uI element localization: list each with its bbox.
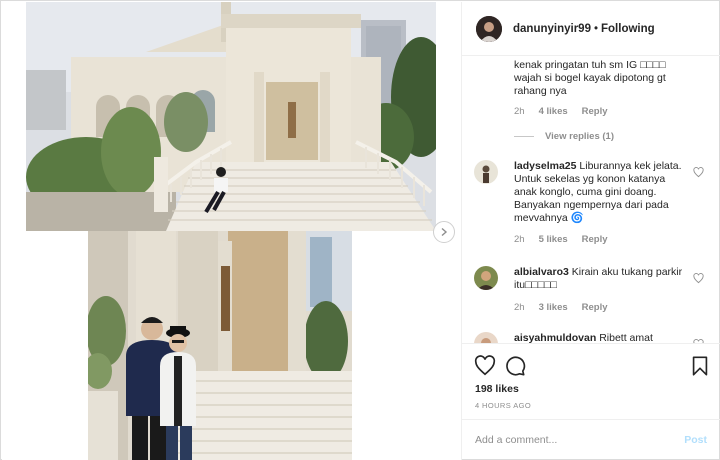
comment-message: Ribett amat	[599, 332, 653, 343]
likes-count[interactable]: 198 likes	[475, 383, 519, 395]
reply-button[interactable]: Reply	[582, 302, 608, 313]
comment-text: albialvaro3 Kirain aku tukang parkir itu…	[514, 266, 686, 292]
view-replies-label: View replies (1)	[545, 131, 614, 142]
avatar[interactable]	[474, 332, 498, 343]
add-comment-input[interactable]	[475, 434, 675, 446]
comment-continued: kenak pringatan tuh sm IG □□□□ wajah si …	[514, 59, 694, 117]
comment-text: aisyahmuldovan Ribett amat	[514, 332, 686, 343]
follow-button[interactable]: Following	[601, 23, 655, 35]
comment-likes[interactable]: 4 likes	[539, 106, 568, 117]
bookmark-icon[interactable]	[689, 355, 711, 377]
like-heart-icon[interactable]	[474, 355, 496, 377]
comment-username[interactable]: aisyahmuldovan	[514, 332, 596, 343]
avatar[interactable]	[474, 266, 498, 290]
post-sidebar: danunyinyir99 • Following kenak pringata…	[461, 2, 720, 460]
avatar[interactable]	[476, 15, 502, 42]
avatar[interactable]	[474, 160, 498, 184]
comment-time: 2h	[514, 106, 525, 117]
reply-button[interactable]: Reply	[582, 106, 608, 117]
reply-button[interactable]: Reply	[582, 234, 608, 245]
post-header: danunyinyir99 • Following	[462, 2, 720, 56]
comment-meta: 2h 5 likes Reply	[514, 234, 686, 245]
comment-text: ladyselma25 Liburannya kek jelata. Untuk…	[514, 160, 686, 225]
header-separator: •	[593, 22, 598, 35]
comment-body: ladyselma25 Liburannya kek jelata. Untuk…	[514, 160, 686, 245]
like-comment-heart-icon[interactable]	[693, 273, 704, 284]
comment-meta: 2h 4 likes Reply	[514, 106, 694, 117]
post-timestamp: 4 HOURS AGO	[475, 401, 532, 410]
comment-emoji: 🌀	[570, 212, 584, 224]
comment-bubble-icon[interactable]	[504, 355, 526, 377]
comment-username[interactable]: albialvaro3	[514, 266, 569, 278]
comment-text: kenak pringatan tuh sm IG □□□□ wajah si …	[514, 59, 666, 97]
comment-time: 2h	[514, 302, 525, 313]
view-replies-button[interactable]: View replies (1)	[514, 131, 614, 142]
instagram-post-modal: danunyinyir99 • Following kenak pringata…	[0, 0, 720, 460]
comment-likes[interactable]: 5 likes	[539, 234, 568, 245]
post-comment-button[interactable]: Post	[684, 434, 707, 446]
comments-list[interactable]: kenak pringatan tuh sm IG □□□□ wajah si …	[462, 57, 720, 343]
chevron-right-icon	[441, 227, 448, 237]
post-media[interactable]	[2, 2, 461, 460]
comment-likes[interactable]: 3 likes	[539, 302, 568, 313]
comment-username[interactable]: ladyselma25	[514, 160, 576, 172]
comment-time: 2h	[514, 234, 525, 245]
replies-divider	[514, 136, 534, 137]
add-comment-bar: Post	[462, 419, 720, 460]
comment-body: aisyahmuldovan Ribett amat	[514, 332, 686, 343]
photo-building-stairs	[26, 2, 436, 231]
like-comment-heart-icon[interactable]	[693, 167, 704, 178]
post-actions: 198 likes 4 HOURS AGO	[462, 343, 720, 418]
next-photo-button[interactable]	[433, 221, 455, 243]
comment-body: albialvaro3 Kirain aku tukang parkir itu…	[514, 266, 686, 313]
header-username[interactable]: danunyinyir99	[513, 23, 591, 35]
photo-couple-stairs	[88, 231, 352, 460]
comment-meta: 2h 3 likes Reply	[514, 302, 686, 313]
